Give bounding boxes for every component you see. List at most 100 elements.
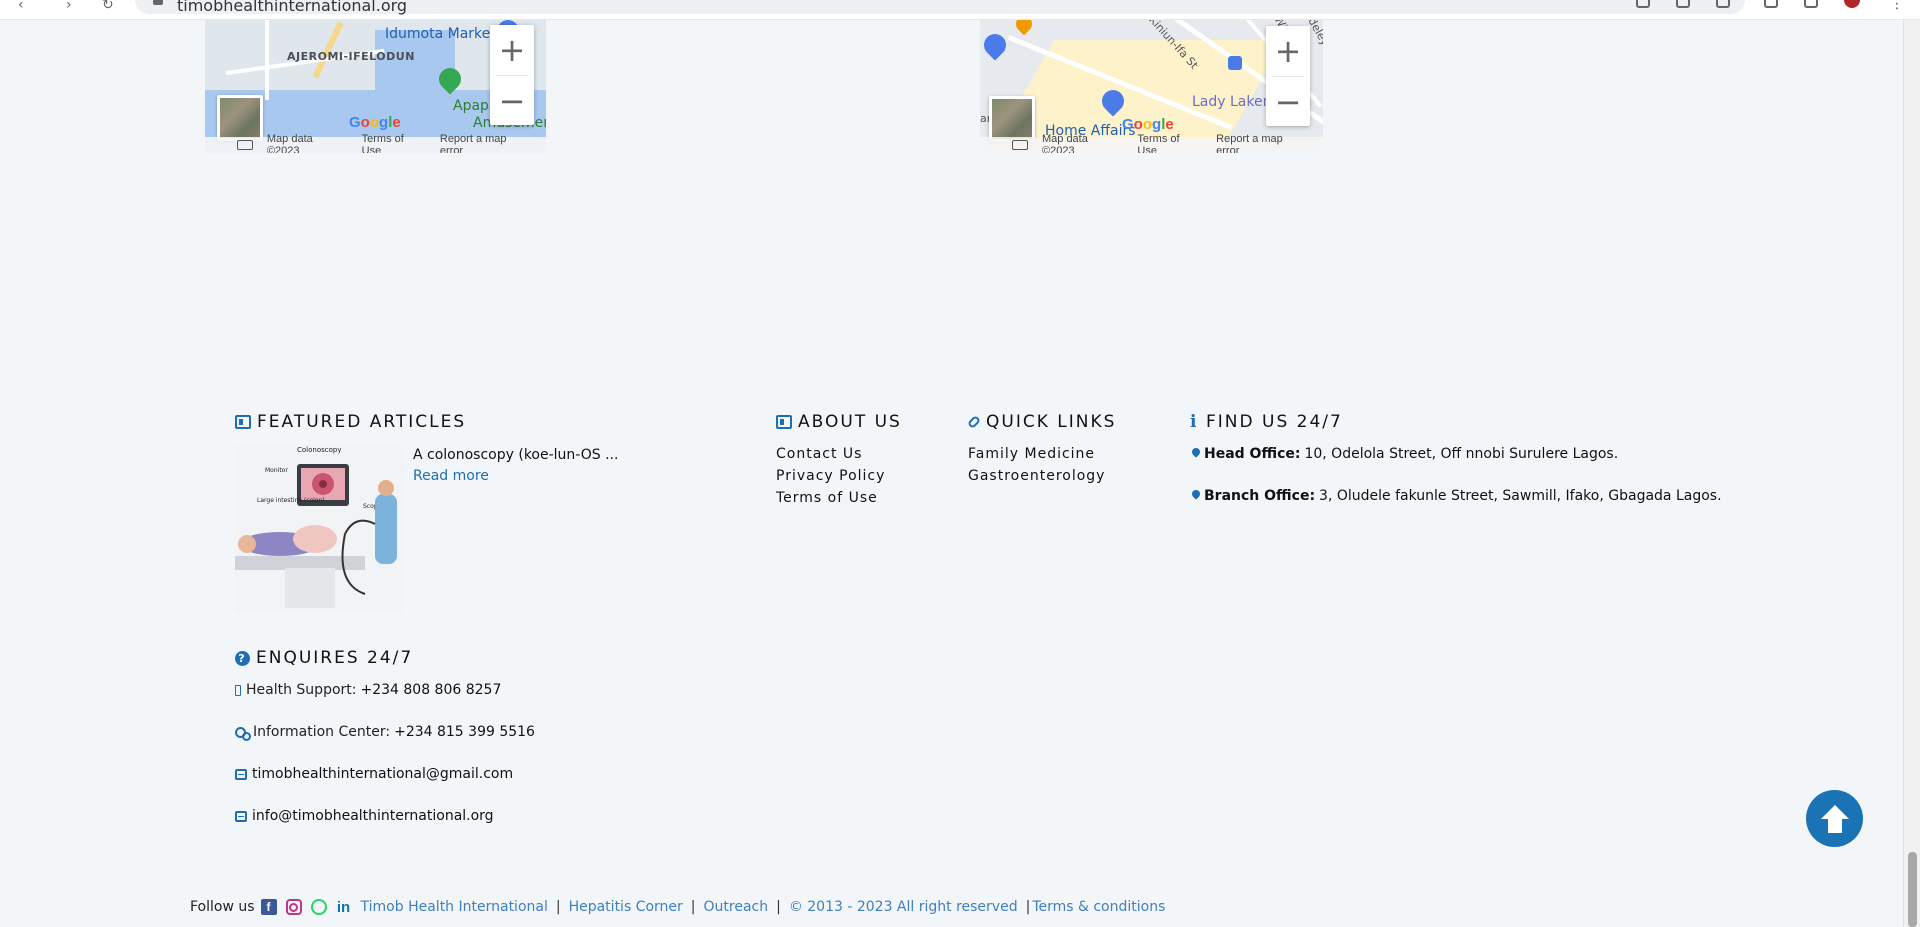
contact-us-link[interactable]: Contact Us [776, 443, 885, 465]
tab-window-icon[interactable] [1804, 0, 1818, 8]
linkedin-icon[interactable]: in [336, 899, 352, 916]
map-attribution: Map data ©2023 Terms of Use Report a map… [205, 133, 546, 153]
separator: | [776, 899, 781, 915]
install-icon[interactable] [1676, 0, 1690, 8]
facebook-icon[interactable]: f [260, 899, 277, 915]
enquiries-heading: ? ENQUIRES 24/7 [235, 648, 413, 668]
footer-link-timob[interactable]: Timob Health International [361, 899, 548, 915]
footer-link-hepatitis-corner[interactable]: Hepatitis Corner [569, 899, 683, 915]
report-map-error-link[interactable]: Report a map error [440, 133, 532, 153]
branch-office-label: Branch Office: [1204, 488, 1316, 504]
satellite-toggle[interactable] [217, 95, 263, 141]
find-us-title: FIND US 24/7 [1206, 412, 1343, 432]
question-circle-icon: ? [235, 650, 250, 666]
map-attribution: Map data ©2023 Terms of Use Report a map… [980, 133, 1323, 153]
map-marker-icon [1192, 448, 1200, 460]
info-icon: i [1190, 412, 1199, 432]
info-email-link[interactable]: info@timobhealthinternational.org [252, 808, 494, 824]
information-center-label: Information Center: [253, 724, 391, 740]
bus-stop-icon[interactable] [1228, 56, 1242, 70]
zoom-in-button[interactable]: + [1266, 26, 1310, 76]
keyboard-shortcuts-icon[interactable] [1012, 140, 1028, 150]
map-label-place: Lady Laken [1192, 94, 1272, 110]
follow-us-label: Follow us [190, 899, 255, 915]
map-label-district: AJEROMI-IFELODUN [287, 50, 415, 63]
article-thumbnail[interactable]: Colonoscopy Monitor Large intestine (col… [235, 444, 404, 613]
featured-articles-title: FEATURED ARTICLES [257, 412, 467, 432]
envelope-icon [235, 768, 247, 780]
illustration-label-monitor: Monitor [265, 467, 288, 474]
terms-conditions-link[interactable]: Terms & conditions [1032, 899, 1165, 915]
map-label-market: Idumota Market [385, 26, 496, 42]
map-pin-icon[interactable] [1012, 20, 1036, 36]
health-support-phone[interactable]: +234 808 806 8257 [360, 682, 501, 698]
illustration-label-top: Colonoscopy [297, 446, 341, 454]
address-bar[interactable]: timobhealthinternational.org [135, 0, 1745, 14]
separator: | [1025, 899, 1031, 915]
zoom-in-button[interactable]: + [490, 25, 534, 75]
gmail-email-link[interactable]: timobhealthinternational@gmail.com [252, 766, 513, 782]
url-text[interactable]: timobhealthinternational.org [177, 0, 407, 14]
separator: | [690, 899, 696, 915]
terms-of-use-link[interactable]: Terms of Use [362, 133, 426, 153]
email-line: info@timobhealthinternational.org [235, 808, 494, 824]
colonoscopy-illustration: Colonoscopy Monitor Large intestine (col… [235, 444, 404, 613]
map-zoom-controls: + − [1266, 26, 1310, 126]
keyboard-shortcuts-icon[interactable] [237, 140, 253, 150]
shop-pin-icon[interactable] [980, 29, 1011, 61]
privacy-policy-link[interactable]: Privacy Policy [776, 465, 885, 487]
map-marker-icon [1192, 490, 1200, 502]
page-scrollbar[interactable] [1903, 20, 1920, 927]
branch-office-text: 3, Oludele fakunle Street, Sawmill, Ifak… [1319, 488, 1722, 504]
email-line: timobhealthinternational@gmail.com [235, 766, 513, 782]
profile-avatar[interactable] [1844, 0, 1860, 8]
map-data-text: Map data ©2023 [1041, 133, 1088, 153]
featured-articles-heading: FEATURED ARTICLES [235, 412, 466, 432]
illustration-label-intestine: Large intestine (colon) [257, 497, 325, 504]
reload-icon[interactable]: ↻ [102, 0, 114, 12]
map-zoom-controls: + − [490, 25, 534, 125]
report-map-error-link[interactable]: Report a map error [1216, 133, 1309, 153]
whatsapp-icon[interactable] [310, 899, 327, 915]
zoom-out-button[interactable]: − [490, 76, 534, 126]
contact-card-icon [776, 415, 792, 429]
satellite-toggle[interactable] [989, 96, 1035, 142]
mobile-phone-icon [235, 684, 241, 696]
copyright-text: © 2013 - 2023 All right reserved [788, 899, 1018, 915]
information-center-phone[interactable]: +234 815 399 5516 [394, 724, 535, 740]
family-medicine-link[interactable]: Family Medicine [968, 443, 1105, 465]
map-data-text: Map data ©2023 [266, 133, 313, 153]
google-logo: Google [1122, 116, 1174, 133]
arrow-up-icon [1820, 804, 1849, 833]
cogs-icon [235, 726, 251, 741]
branch-office-address: Branch Office: 3, Oludele fakunle Street… [1192, 488, 1722, 504]
head-office-label: Head Office: [1204, 446, 1301, 462]
scrollbar-thumb[interactable] [1908, 852, 1917, 927]
newspaper-icon [235, 415, 251, 429]
quick-links-heading: QUICK LINKS [966, 412, 1116, 432]
link-icon [966, 414, 982, 430]
forward-icon[interactable]: › [66, 0, 72, 12]
read-more-link[interactable]: Read more [413, 468, 489, 484]
footer-link-outreach[interactable]: Outreach [704, 899, 769, 915]
gastroenterology-link[interactable]: Gastroenterology [968, 465, 1105, 487]
terms-of-use-link[interactable]: Terms of Use [776, 487, 885, 509]
health-support-label: Health Support: [246, 682, 357, 698]
instagram-icon[interactable] [285, 899, 302, 915]
bookmark-star-icon[interactable] [1716, 0, 1730, 8]
separator: | [555, 899, 561, 915]
terms-of-use-link[interactable]: Terms of Use [1137, 133, 1202, 153]
back-icon[interactable]: ‹ [18, 0, 24, 12]
browser-menu-icon[interactable]: ⋮ [1890, 0, 1904, 12]
branch-office-map[interactable]: Kiniun-Ifa St Willian Adeley Lady Laken … [980, 20, 1323, 153]
about-us-title: ABOUT US [798, 412, 902, 432]
search-icon[interactable] [1636, 0, 1650, 8]
footer-bar: Follow us f in Timob Health Internationa… [190, 899, 1165, 916]
health-support-line: Health Support: +234 808 806 8257 [235, 682, 501, 698]
site-info-icon[interactable] [153, 0, 163, 5]
head-office-map[interactable]: Idumota Market AJEROMI-IFELODUN Apapa Am… [205, 20, 546, 153]
extensions-icon[interactable] [1764, 0, 1778, 8]
zoom-out-button[interactable]: − [1266, 77, 1310, 127]
scroll-to-top-button[interactable] [1806, 790, 1863, 847]
article-excerpt: A colonoscopy (koe-lun-OS ... [413, 447, 619, 463]
